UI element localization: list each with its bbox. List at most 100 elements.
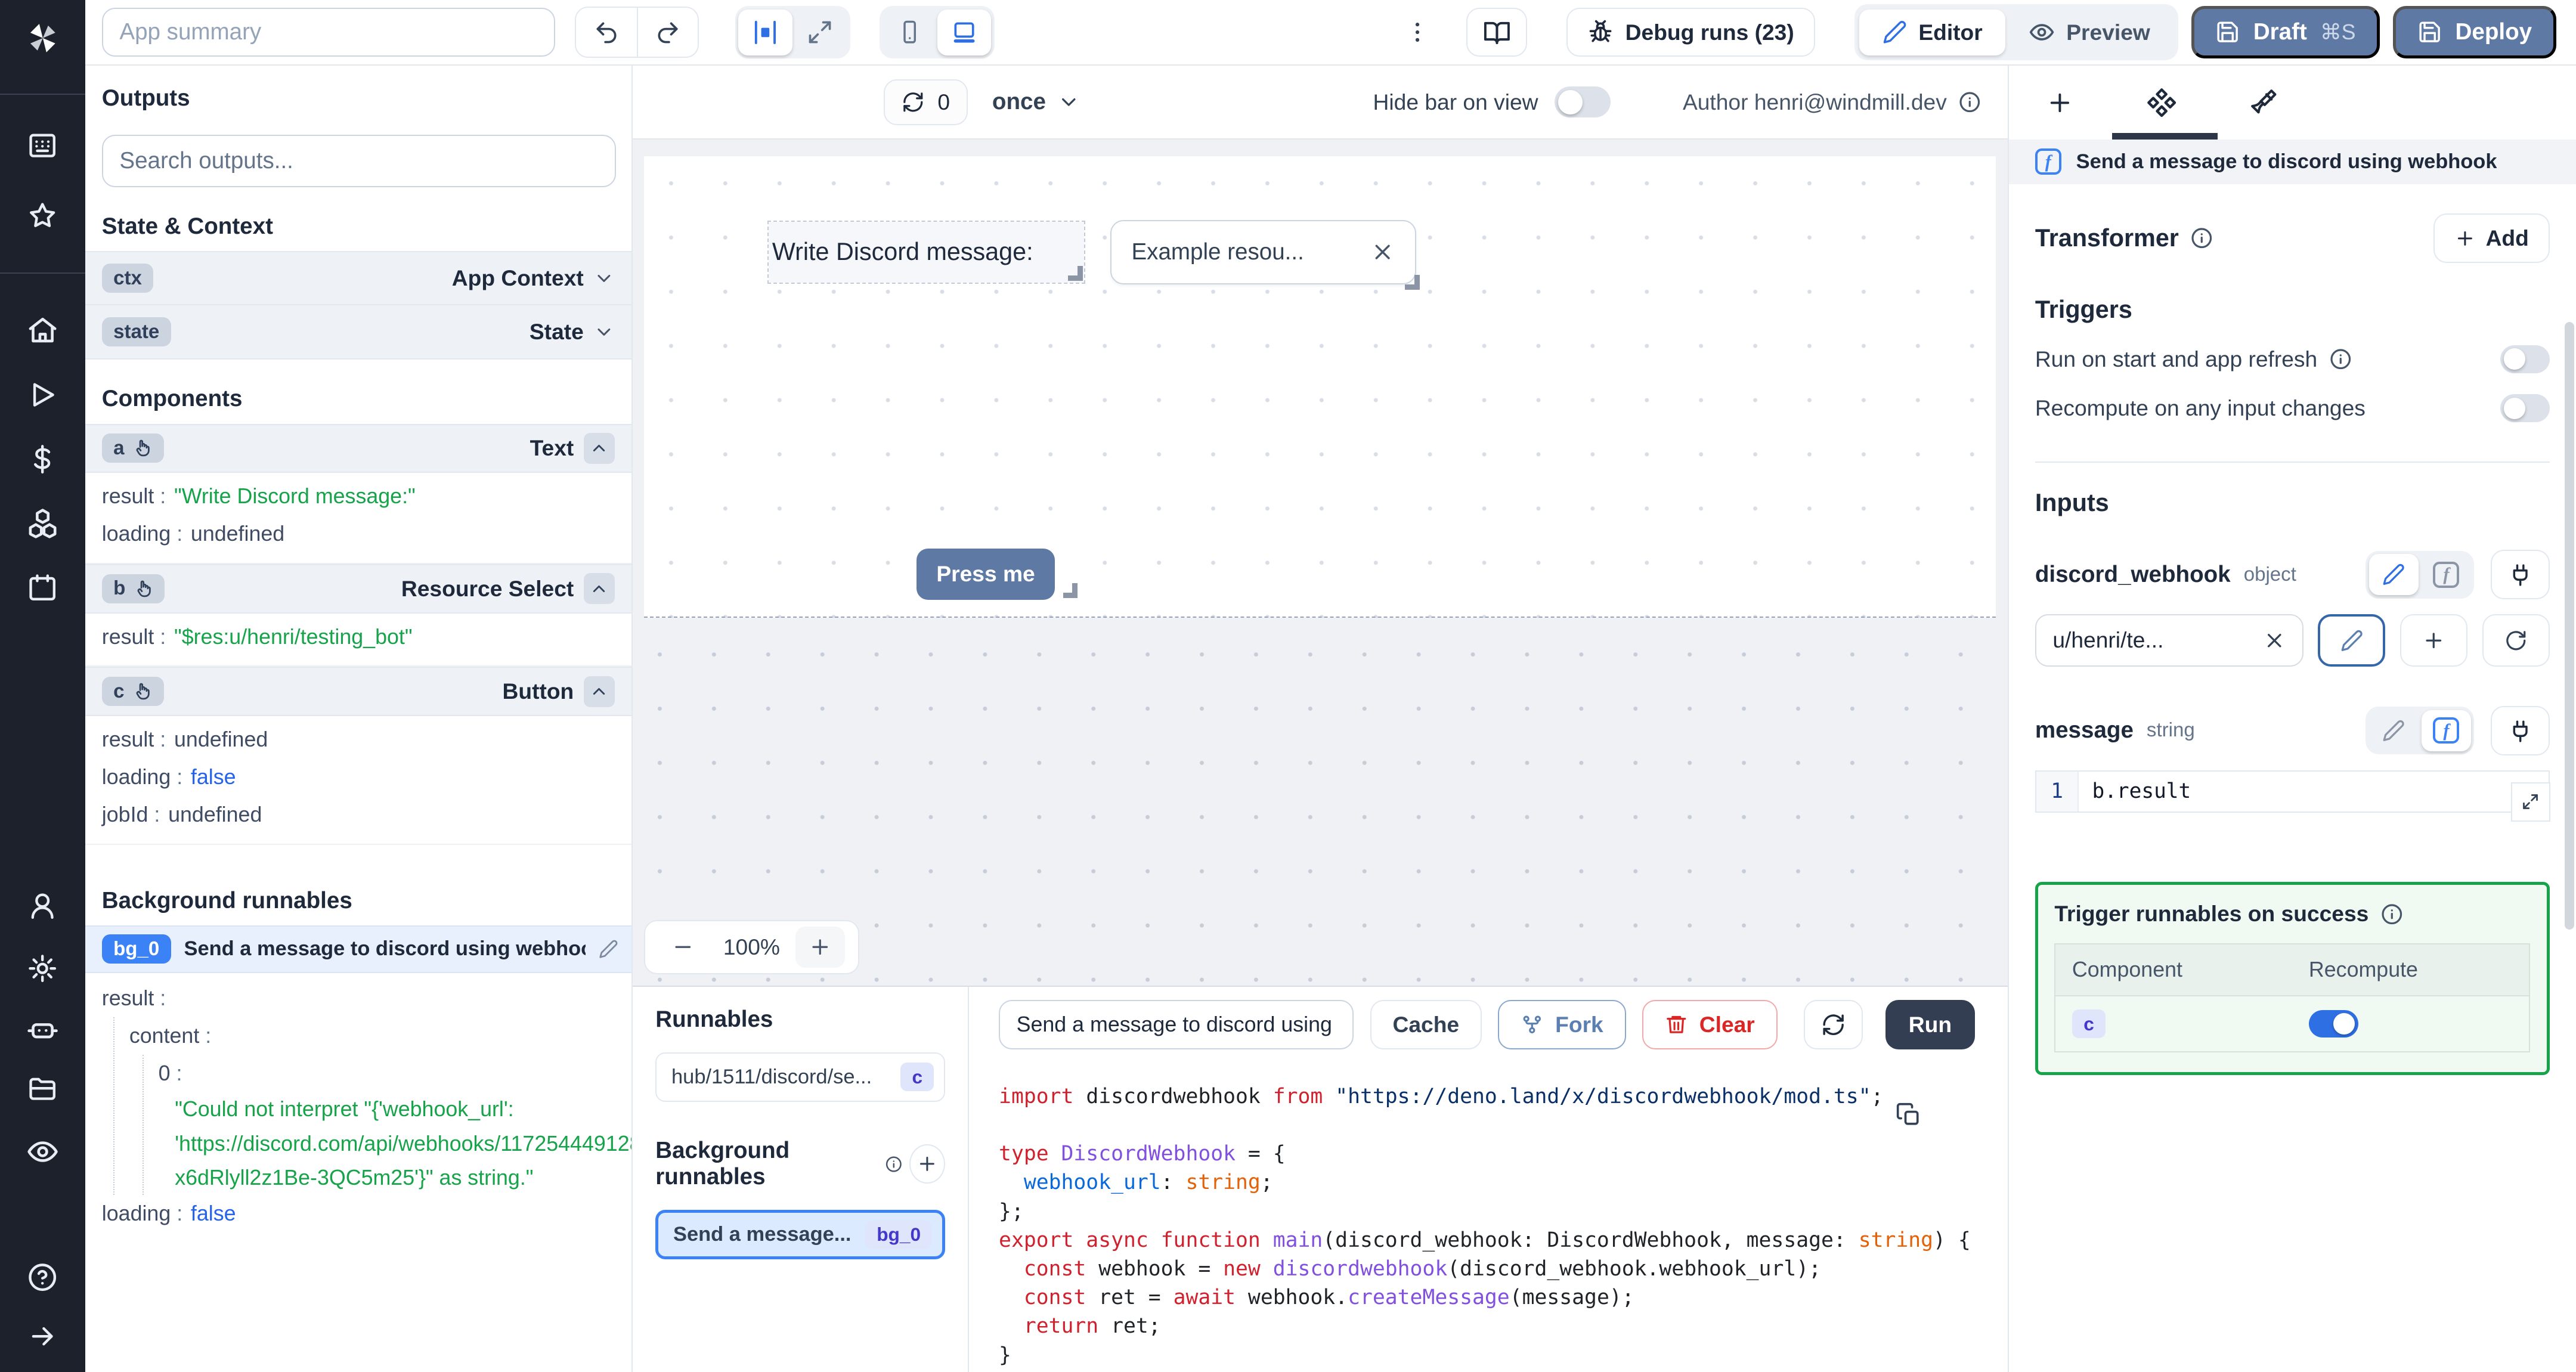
zoom-out-button[interactable] <box>658 927 708 968</box>
expand-editor-icon[interactable] <box>2510 782 2550 822</box>
app-summary-input[interactable] <box>101 7 556 57</box>
redo-button[interactable] <box>637 7 698 57</box>
copy-code-icon[interactable] <box>1896 1102 1922 1128</box>
mobile-view-button[interactable] <box>883 10 937 55</box>
undo-button[interactable] <box>576 7 637 57</box>
eval-mode-function-icon[interactable]: f <box>2422 554 2471 595</box>
info-icon[interactable] <box>885 1154 903 1174</box>
component-row-b[interactable]: b Resource Select <box>85 563 631 614</box>
press-me-button[interactable]: Press me <box>917 549 1078 600</box>
add-resource-button[interactable] <box>2400 614 2468 667</box>
save-icon <box>2217 21 2238 43</box>
clear-x-icon[interactable] <box>2263 629 2286 652</box>
edit-resource-pencil-button[interactable] <box>2318 614 2386 667</box>
center-align-button[interactable] <box>738 9 793 55</box>
user-icon[interactable] <box>0 890 85 921</box>
static-mode-pencil-icon[interactable] <box>2369 710 2419 751</box>
tab-insert-plus-icon[interactable] <box>2009 66 2111 140</box>
fork-button[interactable]: Fork <box>1498 1000 1626 1049</box>
debug-runs-button[interactable]: Debug runs (23) <box>1566 7 1815 57</box>
draft-button[interactable]: Draft ⌘S <box>2191 6 2380 59</box>
runs-play-icon[interactable] <box>0 379 85 410</box>
resize-handle[interactable] <box>1067 266 1083 281</box>
runnable-item-bg0[interactable]: Send a message... bg_0 <box>655 1210 945 1260</box>
canvas-column: 0 once Hide bar on view Author henri@win… <box>632 66 2008 1372</box>
frequency-select[interactable]: once <box>992 89 1080 115</box>
resize-handle[interactable] <box>1405 274 1420 290</box>
refresh-counter[interactable]: 0 <box>884 79 968 125</box>
cache-button[interactable]: Cache <box>1370 1000 1482 1049</box>
trash-icon <box>1667 1015 1686 1033</box>
fullscreen-expand-button[interactable] <box>792 10 847 55</box>
info-icon[interactable] <box>2380 903 2404 926</box>
audit-eye-icon[interactable] <box>0 1135 85 1168</box>
bg-runnable-row[interactable]: bg_0 Send a message to discord using web… <box>85 925 631 973</box>
component-row-c[interactable]: c Button <box>85 667 631 717</box>
connect-plug-icon[interactable] <box>2490 550 2550 600</box>
tab-preview[interactable]: Preview <box>2005 10 2173 55</box>
collapse-rail-arrow-icon[interactable] <box>0 1321 85 1352</box>
info-icon[interactable] <box>2190 227 2213 250</box>
runnable-name-input[interactable] <box>999 1000 1354 1049</box>
success-table: Component Recompute c <box>2054 943 2531 1053</box>
add-transformer-button[interactable]: Add <box>2433 213 2550 263</box>
text-component[interactable]: Write Discord message: <box>767 220 1086 284</box>
hide-bar-toggle[interactable] <box>1555 86 1611 118</box>
collapse-chevron-up[interactable] <box>583 432 615 464</box>
info-icon[interactable] <box>2329 348 2352 371</box>
message-expression-editor[interactable]: 1 b.result <box>2035 770 2550 822</box>
resource-select-component[interactable]: Example resou... <box>1110 220 1420 290</box>
settings-gear-icon[interactable] <box>0 953 85 984</box>
collapse-chevron-up[interactable] <box>583 676 615 707</box>
clear-x-icon[interactable] <box>1370 240 1395 264</box>
add-background-runnable-button[interactable] <box>909 1144 945 1184</box>
ctx-row[interactable]: ctx App Context <box>85 251 631 306</box>
static-mode-pencil-icon[interactable] <box>2368 554 2419 596</box>
run-on-start-toggle[interactable] <box>2500 345 2550 373</box>
app-canvas-grid[interactable]: Write Discord message: Example resou... … <box>643 156 1996 618</box>
tab-editor[interactable]: Editor <box>1859 9 2006 55</box>
collapse-chevron-up[interactable] <box>583 573 615 605</box>
component-row-a[interactable]: a Text <box>85 423 631 473</box>
schedules-calendar-icon[interactable] <box>0 572 85 603</box>
runnable-item-hub[interactable]: hub/1511/discord/se... c <box>655 1052 945 1102</box>
docs-book-button[interactable] <box>1466 7 1528 57</box>
tab-settings-component-icon[interactable] <box>2111 66 2213 140</box>
edit-pencil-icon[interactable] <box>599 939 618 959</box>
clear-button[interactable]: Clear <box>1642 1000 1778 1049</box>
workspace-apps-icon[interactable] <box>0 130 85 161</box>
info-icon[interactable] <box>1958 91 1981 114</box>
desktop-view-button[interactable] <box>937 9 992 55</box>
arg-name: message <box>2035 717 2134 744</box>
resize-handle[interactable] <box>1063 583 1078 598</box>
search-outputs-input[interactable] <box>101 134 617 187</box>
refresh-code-button[interactable] <box>1803 1000 1863 1049</box>
more-options-kebab-icon[interactable] <box>1404 19 1431 45</box>
zoom-in-button[interactable] <box>795 926 845 968</box>
author-label: Author henri@windmill.dev <box>1682 89 1947 114</box>
recompute-toggle[interactable] <box>2308 1009 2358 1038</box>
variables-dollar-icon[interactable] <box>0 444 85 475</box>
code-editor[interactable]: import discordwebhook from "https://deno… <box>969 1063 2007 1372</box>
app-canvas[interactable]: Write Discord message: Example resou... … <box>632 140 2008 986</box>
home-icon[interactable] <box>0 314 85 346</box>
resources-cubes-icon[interactable] <box>0 507 85 540</box>
component-badge: c <box>2072 1009 2106 1039</box>
windmill-logo[interactable] <box>0 17 85 60</box>
favorites-star-icon[interactable] <box>0 200 85 231</box>
eval-mode-function-icon[interactable]: f <box>2422 710 2471 751</box>
trigger-runnables-on-success-box: Trigger runnables on success Component R… <box>2035 881 2550 1076</box>
resource-value-box[interactable]: u/henri/te... <box>2035 614 2303 667</box>
state-row[interactable]: state State <box>85 305 631 360</box>
scrollbar-thumb[interactable] <box>2564 321 2575 930</box>
connect-plug-icon[interactable] <box>2490 706 2550 755</box>
run-button[interactable]: Run <box>1885 1000 1975 1049</box>
recompute-on-change-toggle[interactable] <box>2500 394 2550 423</box>
workers-robot-icon[interactable] <box>0 1014 85 1046</box>
components-title: Components <box>101 386 243 412</box>
refresh-resource-button[interactable] <box>2482 614 2550 667</box>
help-icon[interactable] <box>0 1262 85 1293</box>
folders-icon[interactable] <box>0 1073 85 1104</box>
deploy-button[interactable]: Deploy <box>2393 6 2556 59</box>
tab-styling-paintbrush-icon[interactable] <box>2212 66 2314 140</box>
